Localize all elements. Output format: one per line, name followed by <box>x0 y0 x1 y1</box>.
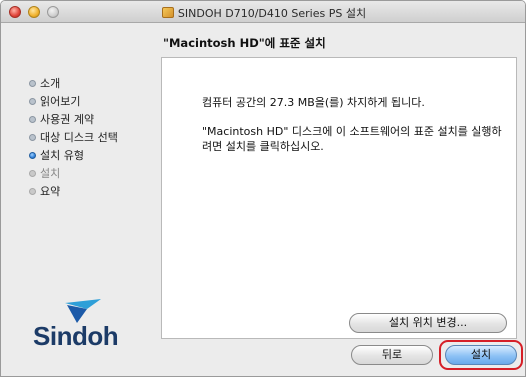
step-label: 요약 <box>40 185 61 198</box>
step-label: 소개 <box>40 77 61 90</box>
space-required-text: 컴퓨터 공간의 27.3 MB을(를) 차지하게 됩니다. <box>202 96 425 109</box>
package-icon <box>161 7 174 18</box>
sidebar-step-summary: 요약 <box>29 183 159 201</box>
install-instruction-text: "Macintosh HD" 디스크에 이 소프트웨어의 표준 설치를 실행하려… <box>202 125 502 153</box>
install-button-highlight <box>439 340 523 370</box>
step-current-icon <box>29 152 36 159</box>
step-pending-icon <box>29 188 36 195</box>
sidebar-step-readme: 읽어보기 <box>29 93 159 111</box>
sidebar-step-destination: 대상 디스크 선택 <box>29 129 159 147</box>
step-done-icon <box>29 80 36 87</box>
step-label: 설치 <box>40 167 61 180</box>
window-title-area: SINDOH D710/D410 Series PS 설치 <box>1 5 525 21</box>
logo-wordmark: Sindoh <box>33 321 119 351</box>
step-done-icon <box>29 134 36 141</box>
sidebar-step-intro: 소개 <box>29 75 159 93</box>
title-bar[interactable]: SINDOH D710/D410 Series PS 설치 <box>1 1 525 23</box>
change-install-location-button[interactable]: 설치 위치 변경... <box>349 313 507 333</box>
step-label: 대상 디스크 선택 <box>40 131 118 144</box>
back-button[interactable]: 뒤로 <box>351 345 433 365</box>
step-label: 사용권 계약 <box>40 113 95 126</box>
sidebar-step-install: 설치 <box>29 165 159 183</box>
step-label: 읽어보기 <box>40 95 81 108</box>
installer-window: SINDOH D710/D410 Series PS 설치 "Macintosh… <box>0 0 526 377</box>
step-pending-icon <box>29 170 36 177</box>
step-label: 설치 유형 <box>40 149 84 162</box>
sindoh-logo: Sindoh <box>33 297 133 357</box>
sidebar-step-license: 사용권 계약 <box>29 111 159 129</box>
step-done-icon <box>29 98 36 105</box>
step-sidebar: 소개 읽어보기 사용권 계약 대상 디스크 선택 설치 유형 설치 요약 <box>29 75 159 201</box>
content-panel: 컴퓨터 공간의 27.3 MB을(를) 차지하게 됩니다. "Macintosh… <box>161 57 517 339</box>
step-done-icon <box>29 116 36 123</box>
page-heading: "Macintosh HD"에 표준 설치 <box>163 36 326 50</box>
window-title: SINDOH D710/D410 Series PS 설치 <box>177 7 367 20</box>
sidebar-step-install-type: 설치 유형 <box>29 147 159 165</box>
